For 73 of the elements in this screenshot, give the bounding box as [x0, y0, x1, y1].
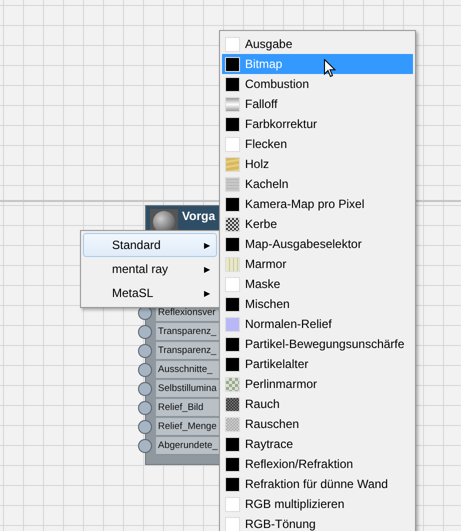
port-socket-icon[interactable] — [138, 382, 152, 396]
menu-item-label: Reflexion/Refraktion — [245, 457, 354, 471]
swatch-icon — [225, 96, 240, 112]
swatch-icon — [225, 296, 240, 312]
swatch-icon — [225, 276, 240, 292]
menu-item[interactable]: Flecken — [222, 134, 413, 154]
menu-item-label: Normalen-Relief — [245, 317, 332, 331]
submenu-arrow: ▶ — [204, 288, 210, 298]
port-socket-icon[interactable] — [138, 420, 152, 434]
menu-item[interactable]: Standard ▶ — [83, 233, 217, 257]
menu-item-label: Refraktion für dünne Wand — [245, 477, 388, 491]
swatch-icon — [225, 36, 240, 52]
swatch-icon — [225, 396, 240, 412]
menu-item-label: Partikel-Bewegungsunschärfe — [245, 337, 404, 351]
swatch-icon — [225, 416, 240, 432]
menu-item[interactable]: RGB-Tönung — [222, 514, 413, 531]
menu-item[interactable]: Falloff — [222, 94, 413, 114]
node-title: Vorga — [182, 209, 216, 223]
swatch-icon — [225, 236, 240, 252]
swatch-icon — [225, 256, 240, 272]
menu-item[interactable]: Refraktion für dünne Wand — [222, 474, 413, 494]
swatch-icon — [225, 216, 240, 232]
swatch-icon — [225, 156, 240, 172]
menu-item-label: Marmor — [245, 257, 286, 271]
swatch-icon — [225, 456, 240, 472]
swatch-icon — [225, 376, 240, 392]
port-socket-icon[interactable] — [138, 439, 152, 453]
port-socket-icon[interactable] — [138, 363, 152, 377]
menu-item-label: Kacheln — [245, 177, 288, 191]
menu-item-label: Rauch — [245, 397, 280, 411]
menu-item-label: Ausgabe — [245, 37, 292, 51]
menu-item-label: Mischen — [245, 297, 290, 311]
swatch-icon — [225, 316, 240, 332]
menu-item[interactable]: Farbkorrektur — [222, 114, 413, 134]
menu-item-label: Partikelalter — [245, 357, 308, 371]
menu-item-label: Flecken — [245, 137, 288, 151]
swatch-icon — [225, 516, 240, 531]
swatch-icon — [225, 116, 240, 132]
swatch-icon — [225, 196, 240, 212]
menu-item-label: Kerbe — [245, 217, 278, 231]
menu-item-label: Rauschen — [245, 417, 300, 431]
menu-item[interactable]: Combustion — [222, 74, 413, 94]
menu-item-label: Kamera-Map pro Pixel — [245, 197, 364, 211]
swatch-icon — [225, 496, 240, 512]
swatch-icon — [225, 136, 240, 152]
swatch-icon — [225, 56, 240, 72]
menu-item-label: Map-Ausgabeselektor — [245, 237, 362, 251]
cursor-icon — [324, 59, 336, 78]
menu-item-label: Combustion — [245, 77, 310, 91]
swatch-icon — [225, 356, 240, 372]
menu-item-label: Raytrace — [245, 437, 294, 451]
submenu-arrow: ▶ — [204, 264, 210, 274]
port-socket-icon[interactable] — [138, 325, 152, 339]
menu-item-label: Maske — [245, 277, 280, 291]
swatch-icon — [225, 476, 240, 492]
menu-item-label: RGB multiplizieren — [245, 497, 344, 511]
menu-item[interactable]: Ausgabe — [222, 34, 413, 54]
menu-item-label: Holz — [245, 157, 270, 171]
menu-item-label: Perlinmarmor — [245, 377, 318, 391]
swatch-icon — [225, 336, 240, 352]
swatch-icon — [225, 176, 240, 192]
menu-item-label: Farbkorrektur — [245, 117, 318, 131]
menu-item-label: Bitmap — [245, 57, 282, 71]
port-socket-icon[interactable] — [138, 344, 152, 358]
swatch-icon — [225, 76, 240, 92]
menu-item[interactable]: Kacheln — [222, 174, 413, 194]
menu-item[interactable]: RGB multiplizieren — [222, 494, 413, 514]
swatch-icon — [225, 436, 240, 452]
menu-item-label: Falloff — [245, 97, 278, 111]
submenu-arrow: ▶ — [204, 240, 210, 250]
menu-item-label: RGB-Tönung — [245, 517, 316, 531]
port-socket-icon[interactable] — [138, 401, 152, 415]
menu-item[interactable]: Holz — [222, 154, 413, 174]
